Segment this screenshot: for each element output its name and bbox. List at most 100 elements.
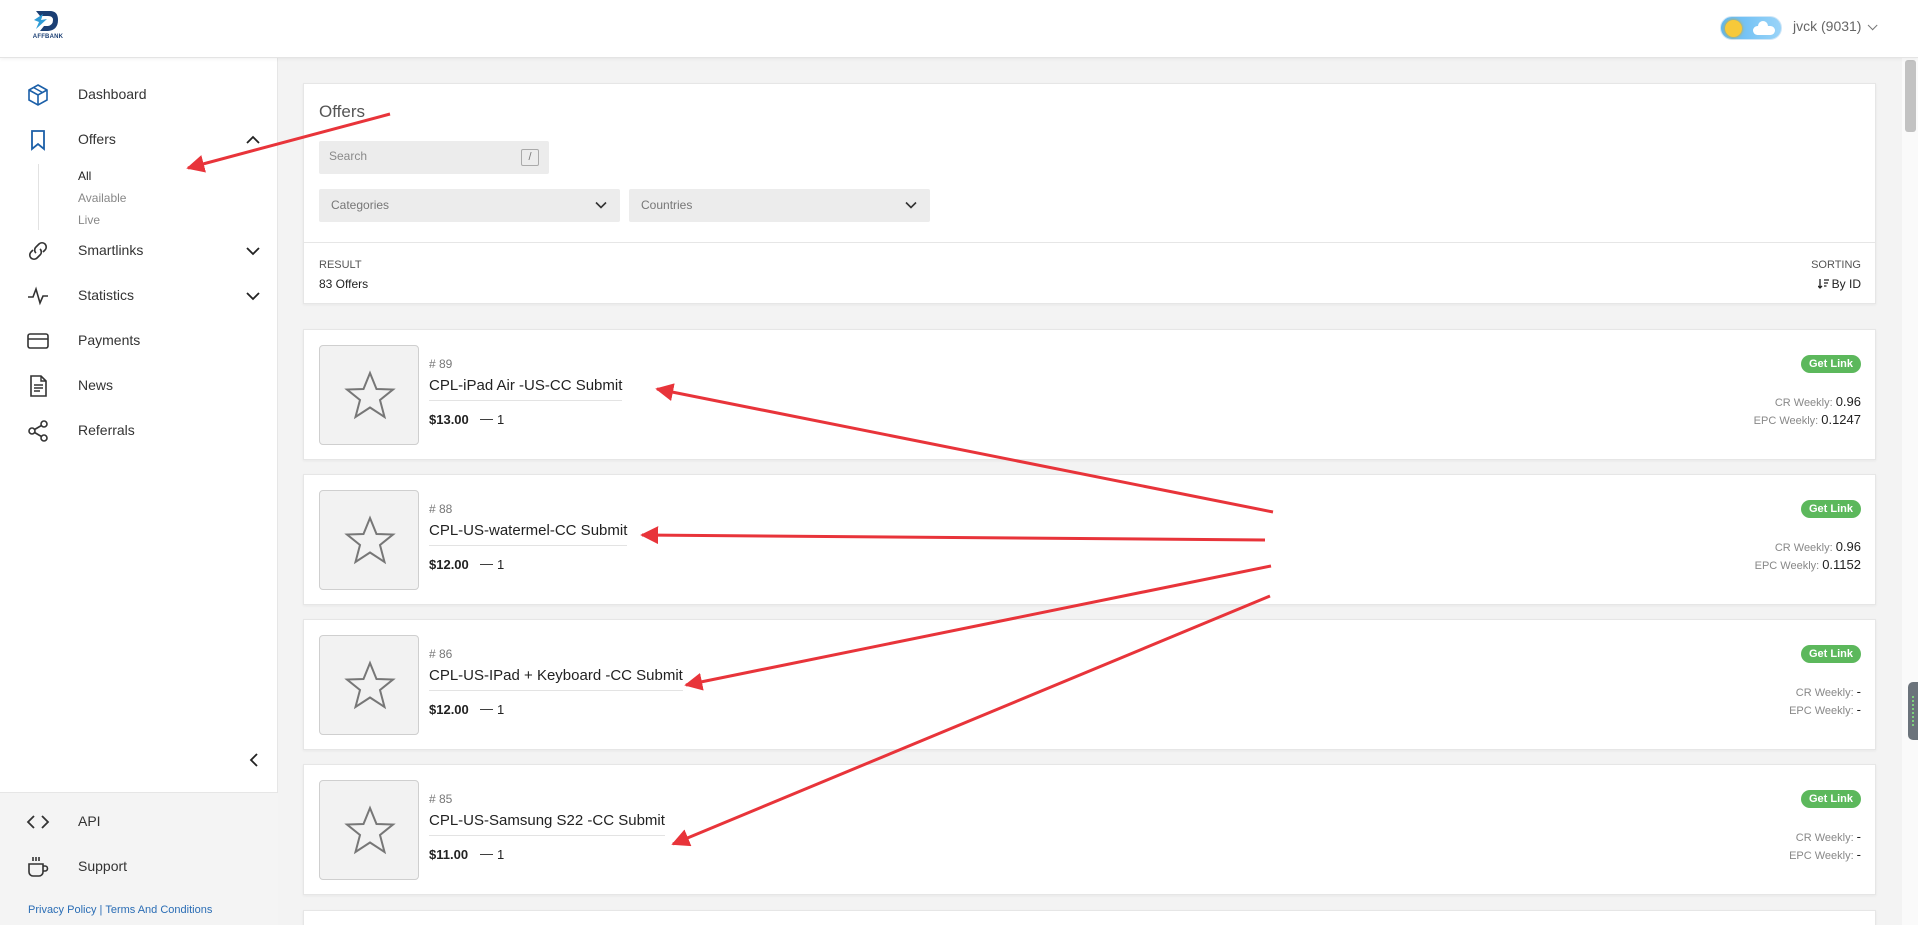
offers-filter-card: Offers / Categories Countries RESULT 83 … [303, 83, 1876, 304]
offer-name[interactable]: CPL-US-Samsung S22 -CC Submit [429, 812, 665, 836]
scrollbar-track[interactable] [1902, 58, 1918, 925]
sidebar-item-label: API [78, 813, 101, 829]
epc-weekly-label: EPC Weekly: [1789, 705, 1854, 717]
result-label: RESULT [319, 259, 362, 271]
subnav-item-available[interactable]: Available [78, 191, 126, 205]
privacy-policy-link[interactable]: Privacy Policy [28, 904, 96, 916]
sidebar-item-api[interactable]: API [0, 803, 278, 839]
sidebar-item-label: Support [78, 858, 128, 874]
sidebar-item-statistics[interactable]: Statistics [0, 277, 278, 313]
offer-thumbnail[interactable] [319, 635, 419, 735]
footer-links: Privacy Policy | Terms And Conditions [28, 904, 212, 916]
sidebar-item-label: Payments [78, 332, 141, 348]
countries-select[interactable]: Countries [629, 189, 930, 222]
cr-weekly-value: 0.96 [1835, 394, 1861, 409]
epc-weekly: EPC Weekly: - [1789, 702, 1861, 717]
offer-card-partial [303, 910, 1876, 925]
sun-icon [1725, 20, 1742, 37]
offer-id: # 89 [429, 357, 453, 371]
collapse-sidebar-icon[interactable] [244, 750, 264, 770]
sidebar-item-referrals[interactable]: Referrals [0, 412, 278, 448]
top-bar: AFFBANK jvck (9031) [0, 0, 1918, 58]
cr-weekly-label: CR Weekly: [1795, 832, 1854, 844]
link-icon [28, 241, 48, 261]
sidebar-item-label: Referrals [78, 422, 135, 438]
logo[interactable]: AFFBANK [30, 8, 66, 44]
sidebar-item-payments[interactable]: Payments [0, 322, 278, 358]
share-icon [28, 420, 48, 442]
epc-weekly-value: - [1856, 847, 1861, 862]
pulse-icon [28, 286, 48, 306]
epc-weekly: EPC Weekly: 0.1247 [1754, 412, 1861, 427]
offer-thumbnail[interactable] [319, 345, 419, 445]
sort-icon [1817, 279, 1829, 289]
offer-count: 1 [497, 702, 505, 717]
epc-weekly-label: EPC Weekly: [1789, 850, 1854, 862]
sidebar-item-label: Statistics [78, 287, 135, 303]
offer-payout: $11.00 [429, 847, 469, 862]
epc-weekly-value: 0.1247 [1821, 412, 1861, 427]
sorting-control[interactable]: By ID [1817, 277, 1861, 291]
scrollbar-thumb[interactable] [1905, 60, 1916, 132]
chevron-down-icon [246, 292, 260, 301]
offer-payout: $13.00 [429, 412, 469, 427]
side-widget-handle[interactable] [1908, 682, 1918, 740]
sidebar-item-smartlinks[interactable]: Smartlinks [0, 232, 278, 268]
cr-weekly-label: CR Weekly: [1774, 397, 1833, 409]
sidebar-item-support[interactable]: Support [0, 848, 278, 884]
coffee-icon [28, 857, 49, 877]
sidebar-item-dashboard[interactable]: Dashboard [0, 76, 278, 112]
terms-link[interactable]: Terms And Conditions [105, 904, 212, 916]
cr-weekly-label: CR Weekly: [1795, 687, 1854, 699]
offer-payout: $12.00 [429, 702, 469, 717]
sidebar-item-news[interactable]: News [0, 367, 278, 403]
get-link-button[interactable]: Get Link [1800, 790, 1861, 808]
epc-weekly-value: 0.1152 [1822, 557, 1861, 572]
chevron-down-icon [1868, 20, 1879, 31]
offer-name[interactable]: CPL-US-IPad + Keyboard -CC Submit [429, 667, 683, 691]
document-icon [30, 375, 47, 397]
subnav-item-all[interactable]: All [78, 169, 91, 183]
offer-count: 1 [497, 557, 505, 572]
search-box[interactable]: / [319, 141, 549, 174]
offer-card: # 88 CPL-US-watermel-CC Submit $12.00 — … [303, 474, 1876, 605]
search-input[interactable] [329, 149, 519, 163]
chevron-up-icon [246, 135, 260, 144]
offer-separator: — [480, 846, 493, 861]
affbank-logo-icon [34, 11, 58, 31]
logo-text: AFFBANK [32, 34, 64, 40]
chevron-down-icon [246, 247, 260, 256]
epc-weekly: EPC Weekly: - [1789, 847, 1861, 862]
chevron-down-icon [595, 201, 607, 209]
sidebar-item-label: Offers [78, 131, 116, 147]
offer-thumbnail[interactable] [319, 780, 419, 880]
theme-toggle[interactable] [1720, 16, 1782, 40]
get-link-button[interactable]: Get Link [1800, 355, 1861, 373]
cr-weekly: CR Weekly: 0.96 [1775, 539, 1861, 554]
get-link-button[interactable]: Get Link [1800, 500, 1861, 518]
countries-select-value: Countries [641, 198, 693, 212]
footer-separator: | [99, 904, 103, 916]
offer-separator: — [480, 701, 493, 716]
categories-select-value: Categories [331, 198, 390, 212]
offer-name[interactable]: CPL-iPad Air -US-CC Submit [429, 377, 623, 401]
star-icon [344, 515, 396, 565]
offer-payout: $12.00 [429, 557, 469, 572]
user-menu[interactable]: jvck (9031) [1793, 18, 1879, 34]
chevron-down-icon [905, 201, 917, 209]
user-label: jvck (9031) [1793, 18, 1862, 34]
offer-thumbnail[interactable] [319, 490, 419, 590]
get-link-button[interactable]: Get Link [1800, 645, 1861, 663]
star-icon [344, 805, 396, 855]
subnav-item-live[interactable]: Live [78, 213, 100, 227]
star-icon [344, 660, 396, 710]
offer-name[interactable]: CPL-US-watermel-CC Submit [429, 522, 628, 546]
offer-card: # 89 CPL-iPad Air -US-CC Submit $13.00 —… [303, 329, 1876, 460]
offer-card: # 86 CPL-US-IPad + Keyboard -CC Submit $… [303, 619, 1876, 750]
offer-separator: — [480, 556, 493, 571]
cr-weekly: CR Weekly: 0.96 [1775, 394, 1861, 409]
categories-select[interactable]: Categories [319, 189, 620, 222]
result-count: 83 Offers [319, 277, 369, 291]
sidebar-item-offers[interactable]: Offers [0, 121, 278, 157]
code-icon [26, 815, 50, 829]
